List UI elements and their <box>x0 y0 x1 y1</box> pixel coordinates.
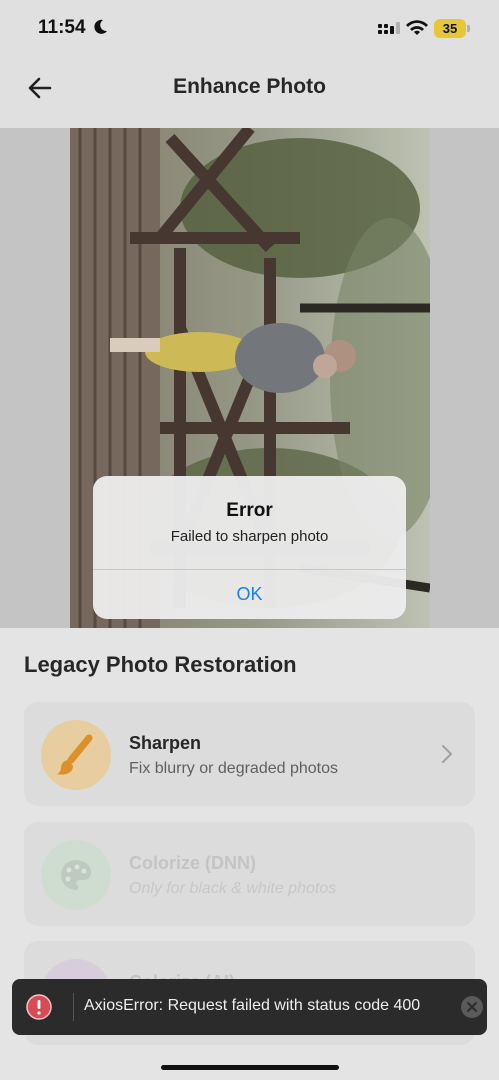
error-alert-dialog: Error Failed to sharpen photo OK <box>93 476 406 619</box>
toast-message: AxiosError: Request failed with status c… <box>84 997 421 1014</box>
alert-message: Failed to sharpen photo <box>170 528 329 545</box>
home-indicator <box>161 1065 339 1070</box>
toast-separator <box>73 993 74 1021</box>
error-icon <box>26 994 52 1020</box>
ok-button[interactable]: OK <box>93 570 406 619</box>
error-toast: AxiosError: Request failed with status c… <box>12 979 487 1035</box>
alert-title: Error <box>226 500 273 521</box>
close-icon[interactable] <box>460 995 484 1019</box>
